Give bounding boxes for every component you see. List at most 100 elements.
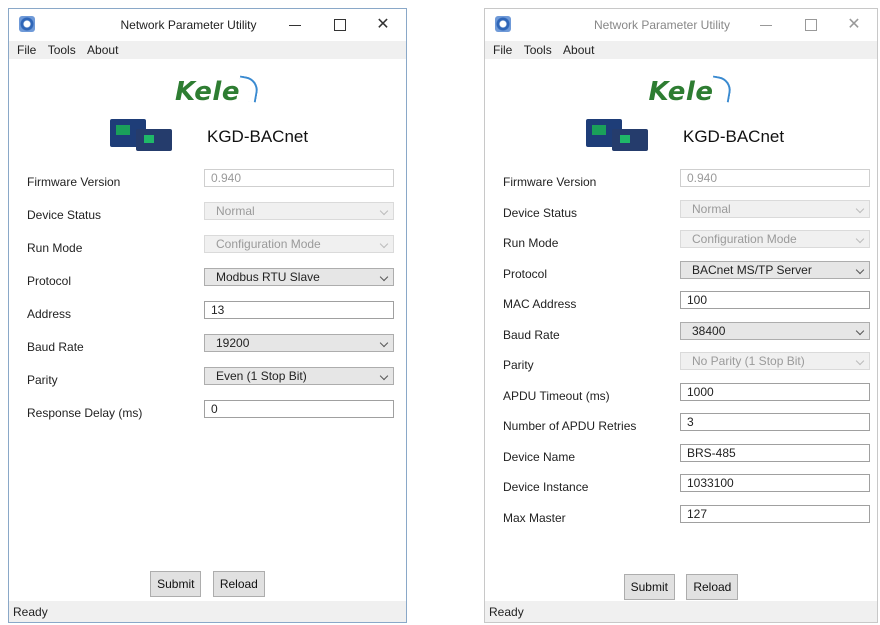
- field-label-device-status: Device Status: [503, 205, 578, 220]
- parameter-form: Firmware Version 0.940 Device Status Normal…: [9, 166, 406, 430]
- parity-value: No Parity (1 Stop Bit): [692, 354, 805, 368]
- chevron-down-icon: [379, 206, 389, 216]
- device-header: KGD-BACnet: [9, 111, 406, 165]
- device-status-dropdown: Normal: [680, 199, 870, 218]
- field-label-baud-rate: Baud Rate: [503, 327, 560, 342]
- title-bar: Network Parameter Utility ✕: [9, 9, 406, 41]
- baud-rate-dropdown[interactable]: 19200: [204, 334, 394, 352]
- maximize-button[interactable]: [324, 15, 354, 35]
- field-label-number-of-apdu-retries: Number of APDU Retries: [503, 419, 637, 433]
- run-mode-value: Configuration Mode: [216, 237, 321, 251]
- chevron-down-icon: [379, 371, 389, 381]
- window-title: Network Parameter Utility: [120, 18, 257, 32]
- firmware-version-input: 0.940: [204, 169, 394, 187]
- field-label-mac-address: MAC Address: [503, 297, 577, 311]
- chevron-down-icon: [379, 338, 389, 348]
- device-instance-value: 1033100: [687, 476, 734, 490]
- baud-rate-value: 19200: [216, 336, 250, 350]
- submit-button[interactable]: Submit: [623, 574, 675, 600]
- chevron-down-icon: [379, 272, 389, 282]
- menu-file[interactable]: File: [489, 41, 516, 57]
- field-label-run-mode: Run Mode: [27, 241, 83, 255]
- reload-button[interactable]: Reload: [686, 574, 739, 600]
- field-row-device-name: Device Name BRS-485: [485, 441, 877, 472]
- chevron-down-icon: [379, 239, 389, 249]
- apdu-timeout-ms-input[interactable]: 1000: [680, 382, 870, 401]
- chevron-down-icon: [855, 265, 865, 274]
- baud-rate-value: 38400: [692, 323, 726, 338]
- field-row-device-instance: Device Instance 1033100: [485, 471, 877, 502]
- field-label-device-instance: Device Instance: [503, 480, 589, 494]
- button-row: Submit Reload: [485, 574, 877, 600]
- title-bar: Network Parameter Utility ✕: [485, 9, 877, 41]
- menu-about[interactable]: About: [559, 41, 598, 57]
- apdu-timeout-ms-value: 1000: [687, 384, 714, 399]
- device-header: KGD-BACnet: [485, 111, 877, 165]
- status-bar: Ready: [9, 601, 406, 622]
- menu-bar: File Tools About: [485, 41, 877, 59]
- baud-rate-dropdown[interactable]: 38400: [680, 321, 870, 340]
- max-master-input[interactable]: 127: [680, 504, 870, 523]
- field-row-device-status: Device Status Normal: [485, 197, 877, 228]
- status-bar: Ready: [485, 601, 877, 622]
- address-input[interactable]: 13: [204, 301, 394, 319]
- field-row-run-mode: Run Mode Configuration Mode: [485, 227, 877, 258]
- logo-swoosh-icon: [235, 75, 260, 103]
- field-label-firmware-version: Firmware Version: [27, 175, 121, 189]
- response-delay-ms-value: 0: [211, 402, 218, 416]
- menu-bar: File Tools About: [9, 41, 406, 59]
- device-image: [586, 119, 648, 153]
- menu-about[interactable]: About: [83, 41, 122, 57]
- chevron-down-icon: [855, 204, 865, 213]
- field-row-protocol: Protocol Modbus RTU Slave: [9, 265, 406, 298]
- field-label-parity: Parity: [503, 358, 534, 372]
- protocol-dropdown[interactable]: Modbus RTU Slave: [204, 268, 394, 286]
- field-label-parity: Parity: [27, 373, 58, 387]
- device-image: [110, 119, 172, 153]
- run-mode-value: Configuration Mode: [692, 232, 797, 246]
- field-label-address: Address: [27, 307, 72, 321]
- parity-dropdown[interactable]: Even (1 Stop Bit): [204, 367, 394, 385]
- field-row-mac-address: MAC Address 100: [485, 288, 877, 319]
- field-row-parity: Parity No Parity (1 Stop Bit): [485, 349, 877, 380]
- mac-address-input[interactable]: 100: [680, 291, 870, 309]
- field-row-device-status: Device Status Normal: [9, 199, 406, 232]
- field-row-address: Address 13: [9, 298, 406, 331]
- field-row-max-master: Max Master 127: [485, 502, 877, 533]
- number-of-apdu-retries-value: 3: [687, 415, 694, 429]
- logo-swoosh-icon: [709, 75, 733, 103]
- number-of-apdu-retries-input[interactable]: 3: [680, 413, 870, 431]
- button-row: Submit Reload: [9, 571, 406, 597]
- device-name-value: BRS-485: [687, 445, 736, 460]
- field-row-baud-rate: Baud Rate 19200: [9, 331, 406, 364]
- field-row-number-of-apdu-retries: Number of APDU Retries 3: [485, 410, 877, 441]
- firmware-version-input: 0.940: [680, 169, 870, 187]
- protocol-value: BACnet MS/TP Server: [692, 262, 812, 277]
- submit-button[interactable]: Submit: [150, 571, 202, 597]
- field-row-run-mode: Run Mode Configuration Mode: [9, 232, 406, 265]
- field-label-max-master: Max Master: [503, 510, 566, 525]
- device-instance-input[interactable]: 1033100: [680, 474, 870, 492]
- window-title: Network Parameter Utility: [593, 18, 731, 32]
- reload-button[interactable]: Reload: [212, 571, 265, 597]
- menu-tools[interactable]: Tools: [44, 41, 80, 57]
- close-button[interactable]: ✕: [839, 15, 869, 35]
- chevron-down-icon: [855, 234, 865, 244]
- menu-tools[interactable]: Tools: [520, 41, 556, 57]
- device-name-input[interactable]: BRS-485: [680, 443, 870, 462]
- max-master-value: 127: [687, 506, 708, 521]
- close-button[interactable]: ✕: [368, 15, 398, 35]
- response-delay-ms-input[interactable]: 0: [204, 400, 394, 418]
- minimize-button[interactable]: [751, 15, 781, 35]
- minimize-button[interactable]: [280, 15, 310, 35]
- field-row-protocol: Protocol BACnet MS/TP Server: [485, 258, 877, 289]
- logo-text: Kele: [175, 77, 240, 107]
- protocol-dropdown[interactable]: BACnet MS/TP Server: [680, 260, 870, 279]
- field-row-response-delay-ms: Response Delay (ms) 0: [9, 397, 406, 430]
- chevron-down-icon: [855, 356, 865, 366]
- maximize-button[interactable]: [795, 15, 825, 35]
- field-label-response-delay-ms: Response Delay (ms): [27, 406, 143, 420]
- menu-file[interactable]: File: [13, 41, 40, 57]
- run-mode-dropdown: Configuration Mode: [204, 235, 394, 253]
- field-label-apdu-timeout-ms: APDU Timeout (ms): [503, 388, 610, 403]
